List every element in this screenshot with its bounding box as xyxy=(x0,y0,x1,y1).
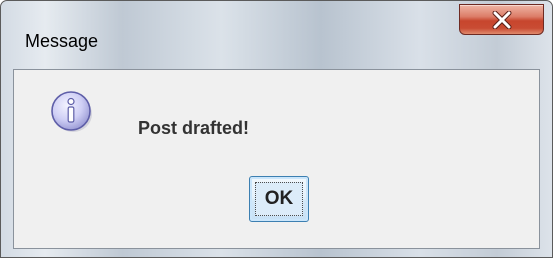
ok-button[interactable]: OK xyxy=(249,176,309,222)
information-icon xyxy=(51,91,92,132)
close-button[interactable] xyxy=(459,4,544,35)
title-bar[interactable]: Message xyxy=(1,1,552,57)
dialog-message: Post drafted! xyxy=(138,118,250,138)
dialog-content: Post drafted! OK xyxy=(13,69,540,249)
window-title: Message xyxy=(25,31,99,51)
close-x-icon xyxy=(492,11,512,29)
message-dialog-window: Message Post drafted! OK xyxy=(0,0,553,258)
ok-button-label: OK xyxy=(264,188,294,209)
